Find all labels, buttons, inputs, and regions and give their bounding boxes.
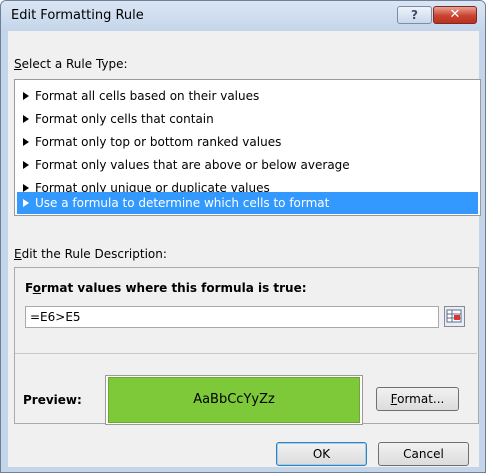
dialog-window: Edit Formatting Rule ? ✕ Select a Rule T… bbox=[0, 0, 486, 473]
arrow-right-icon bbox=[23, 92, 29, 100]
title-bar[interactable]: Edit Formatting Rule ? ✕ bbox=[1, 1, 485, 31]
preview-sample: AaBbCcYyZz bbox=[108, 377, 360, 423]
ok-button[interactable]: OK bbox=[276, 442, 367, 466]
formula-label: Format values where this formula is true… bbox=[25, 281, 307, 295]
arrow-right-icon bbox=[23, 161, 29, 169]
range-select-button[interactable] bbox=[444, 306, 465, 327]
collapse-dialog-icon bbox=[446, 309, 462, 323]
rule-type-item[interactable]: Format only top or bottom ranked values bbox=[17, 131, 478, 153]
preview-label: Preview: bbox=[23, 393, 82, 407]
rule-type-item-selected[interactable]: Use a formula to determine which cells t… bbox=[17, 192, 478, 214]
cancel-button[interactable]: Cancel bbox=[378, 442, 469, 466]
arrow-right-icon bbox=[23, 115, 29, 123]
rule-type-item[interactable]: Format only values that are above or bel… bbox=[17, 154, 478, 176]
formula-input[interactable]: =E6>E5 bbox=[25, 306, 439, 328]
rule-description-heading: Edit the Rule Description: bbox=[14, 247, 167, 261]
arrow-right-icon bbox=[23, 138, 29, 146]
rule-type-item[interactable]: Format only cells that contain bbox=[17, 108, 478, 130]
arrow-right-icon bbox=[23, 184, 29, 192]
close-button[interactable]: ✕ bbox=[433, 6, 477, 24]
dialog-title: Edit Formatting Rule bbox=[11, 8, 144, 23]
rule-type-item[interactable]: Format all cells based on their values bbox=[17, 85, 478, 107]
help-button[interactable]: ? bbox=[397, 6, 432, 24]
rule-type-heading: Select a Rule Type: bbox=[14, 57, 128, 71]
divider bbox=[15, 353, 477, 354]
arrow-right-icon bbox=[23, 199, 29, 207]
rule-type-list[interactable]: Format all cells based on their values F… bbox=[14, 79, 481, 216]
format-button[interactable]: Format... bbox=[376, 387, 459, 411]
